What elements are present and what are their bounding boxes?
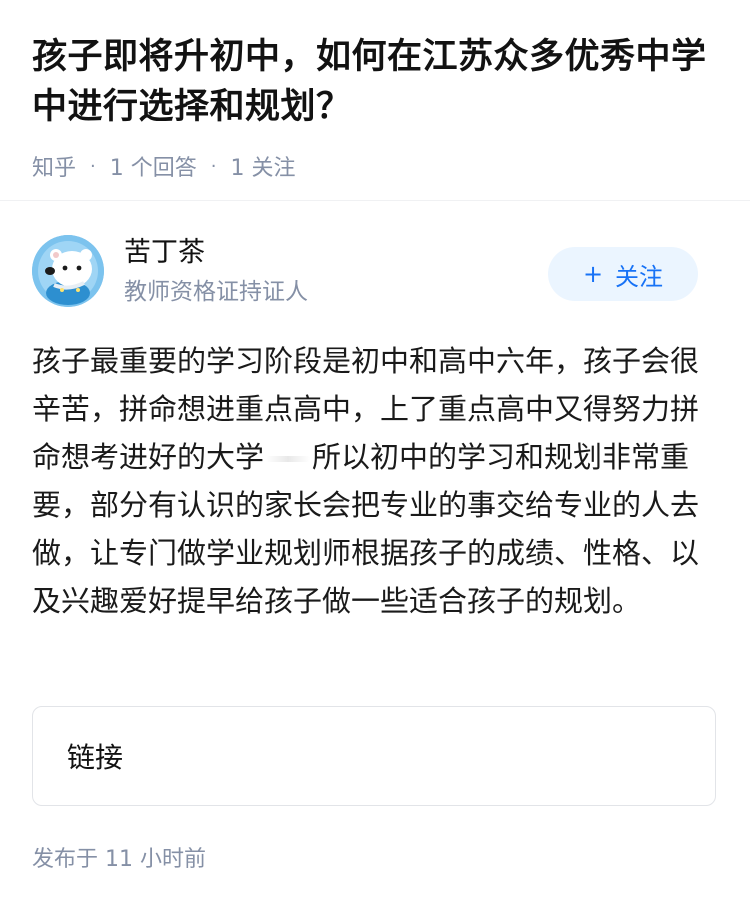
published-time: 发布于 11 小时前 [32, 847, 206, 872]
plus-icon: + [582, 260, 604, 288]
author-name[interactable]: 苦丁茶 [124, 235, 205, 271]
link-card[interactable]: 链接 [32, 706, 716, 806]
author-row: 苦丁茶 教师资格证持证人 + 关注 [0, 201, 750, 311]
follow-button[interactable]: + 关注 [548, 247, 698, 301]
answer-paragraph: 孩子最重要的学习阶段是初中和高中六年，孩子会很辛苦，拼命想进重点高中，上了重点高… [32, 337, 718, 625]
question-title[interactable]: 孩子即将升初中，如何在江苏众多优秀中学中进行选择和规划？ [32, 32, 718, 132]
meta-separator: · [90, 155, 96, 177]
question-header: 孩子即将升初中，如何在江苏众多优秀中学中进行选择和规划？ 知乎 · 1 个回答 … [0, 0, 750, 186]
source-label[interactable]: 知乎 [32, 150, 76, 182]
meta-separator: · [210, 155, 217, 177]
answer-content[interactable]: 孩子最重要的学习阶段是初中和高中六年，孩子会很辛苦，拼命想进重点高中，上了重点高… [32, 337, 718, 625]
answer-card: 苦丁茶 教师资格证持证人 + 关注 孩子最重要的学习阶段是初中和高中六年，孩子会… [0, 201, 750, 872]
followers-count[interactable]: 1 关注 [230, 150, 295, 182]
polar-bear-avatar-icon[interactable] [32, 235, 104, 307]
answers-count[interactable]: 1 个回答 [110, 150, 197, 182]
inline-gap [266, 456, 311, 462]
follow-button-label: 关注 [615, 262, 664, 291]
question-meta: 知乎 · 1 个回答 · 1 关注 [32, 146, 718, 186]
link-card-label: 链接 [67, 741, 124, 774]
author-badge: 教师资格证持证人 [124, 279, 308, 305]
